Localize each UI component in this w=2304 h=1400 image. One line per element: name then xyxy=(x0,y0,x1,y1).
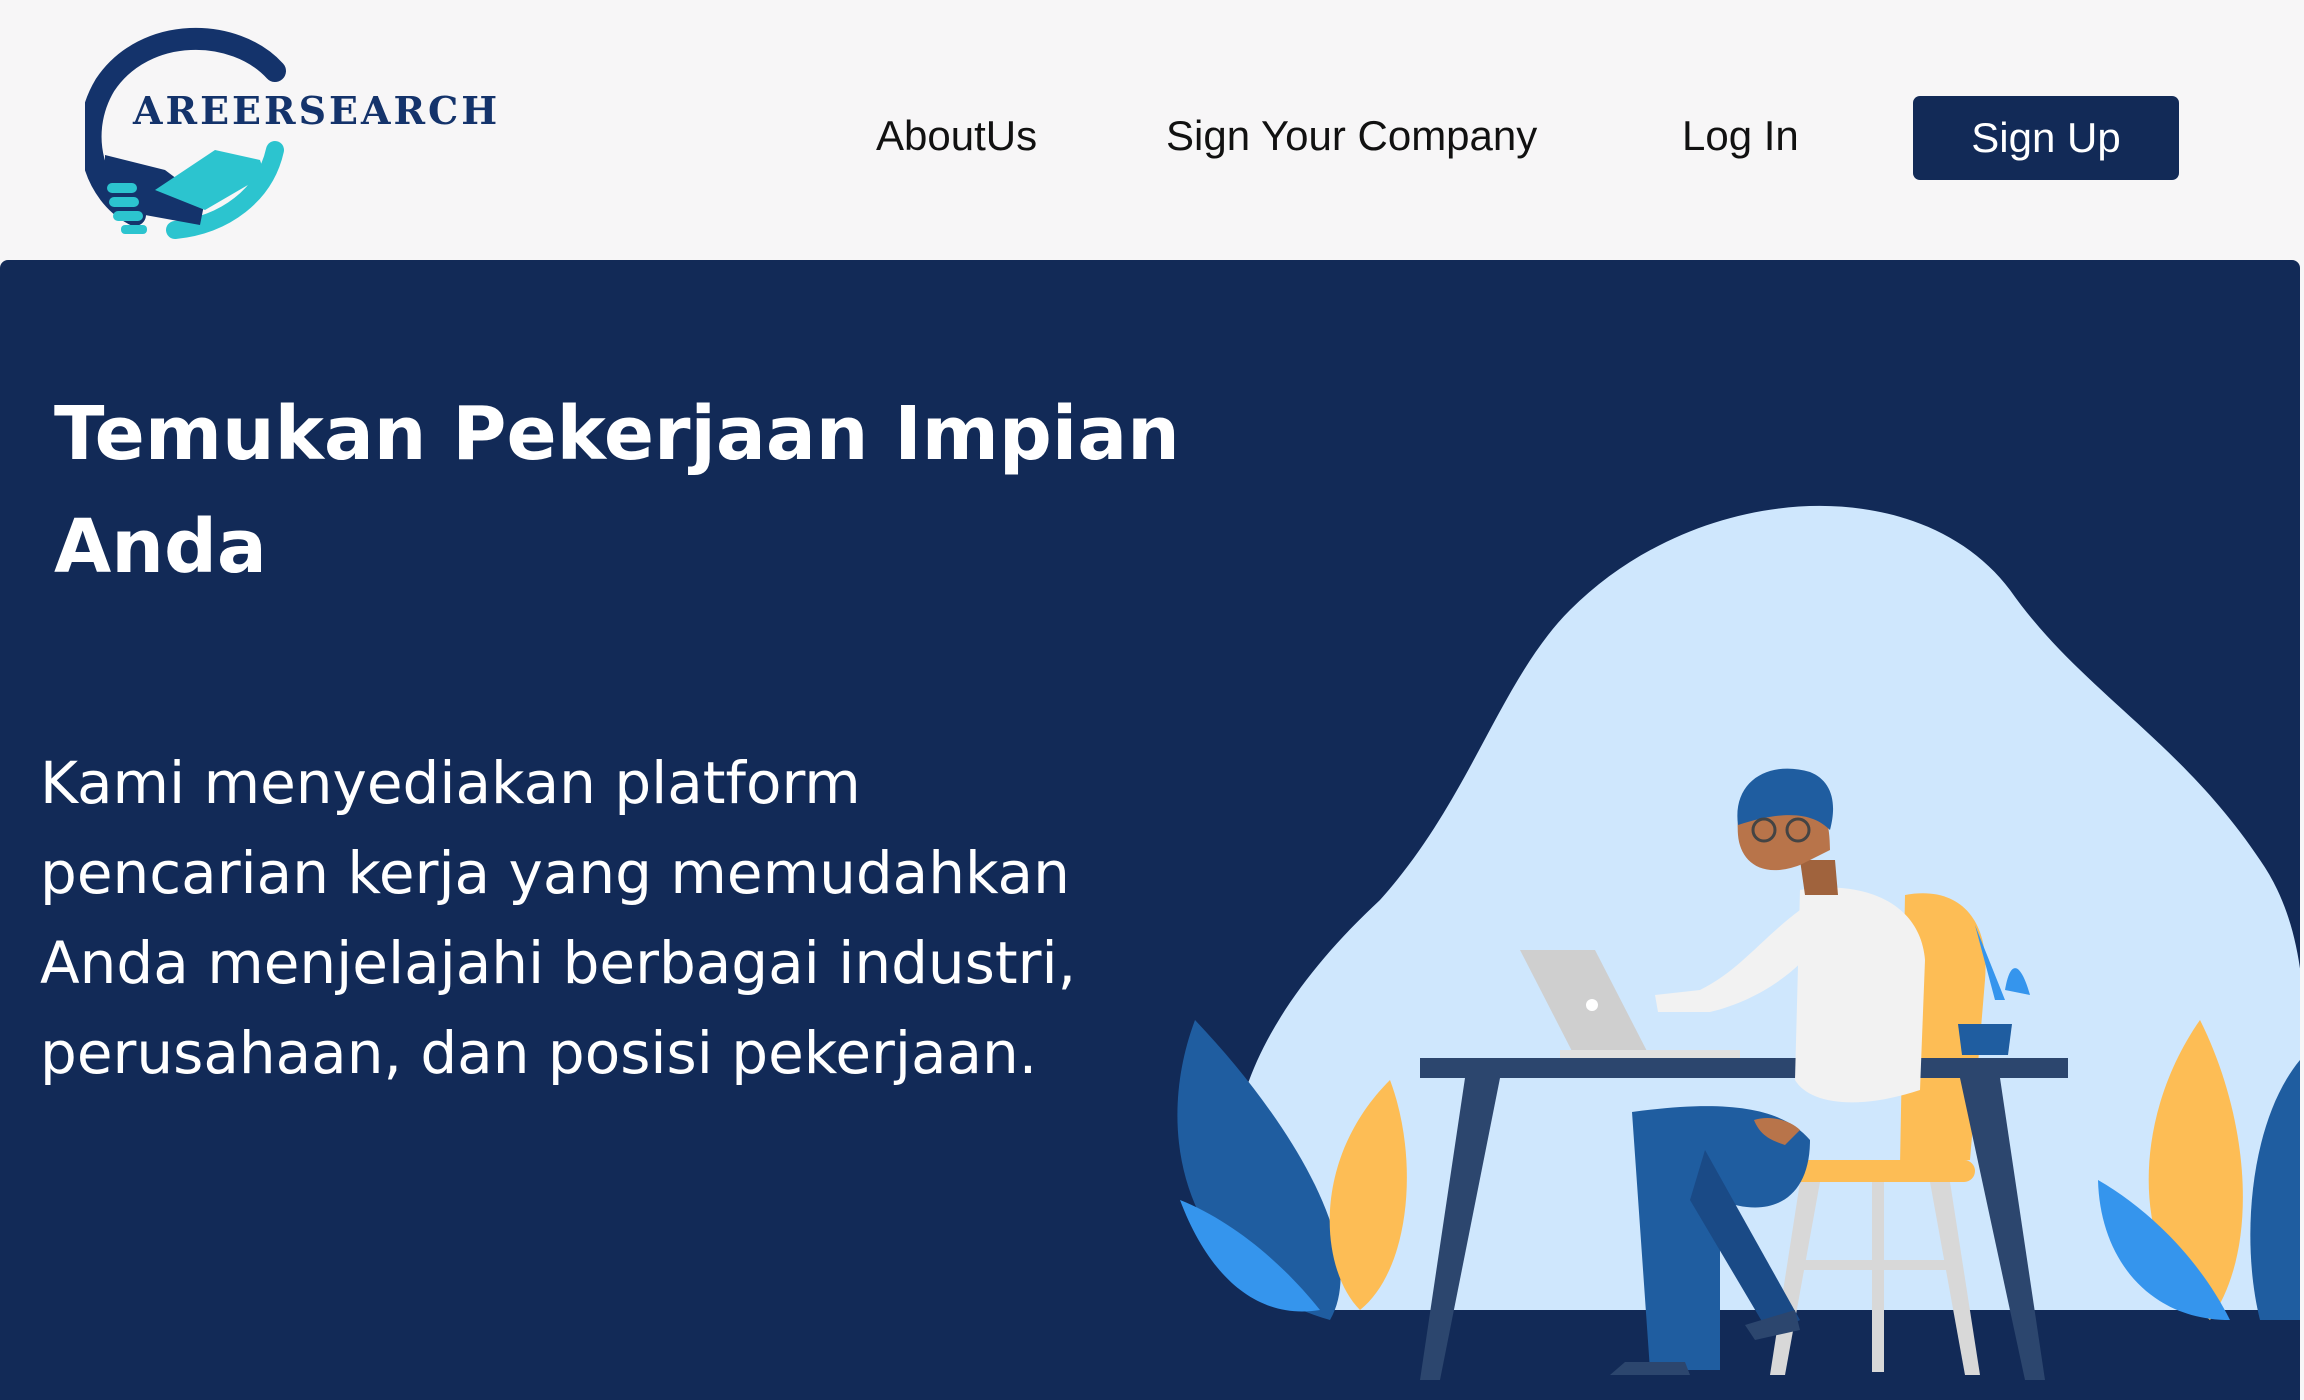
handshake-logo-icon xyxy=(79,27,286,239)
person-at-desk-illustration xyxy=(1177,505,2300,1380)
nav-sign-your-company[interactable]: Sign Your Company xyxy=(1166,112,1537,160)
nav-about-us[interactable]: AboutUs xyxy=(876,112,1037,160)
site-header: AREERSEARCH AboutUs Sign Your Company Lo… xyxy=(0,0,2304,260)
sign-up-button[interactable]: Sign Up xyxy=(1913,96,2179,180)
hero-section: Temukan Pekerjaan Impian Anda Kami menye… xyxy=(0,260,2300,1400)
nav-log-in[interactable]: Log In xyxy=(1682,112,1799,160)
brand-logo[interactable]: AREERSEARCH xyxy=(79,25,525,245)
brand-name: AREERSEARCH xyxy=(133,88,501,133)
